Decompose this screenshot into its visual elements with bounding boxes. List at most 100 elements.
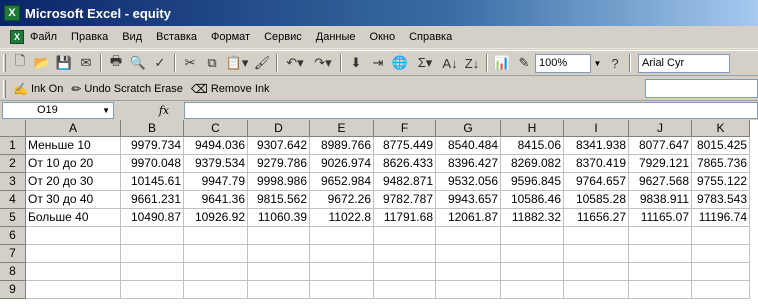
cell-F2[interactable]: 8626.433 (374, 155, 436, 173)
cell-K4[interactable]: 9783.543 (692, 191, 750, 209)
cell-H3[interactable]: 9596.845 (501, 173, 564, 191)
cell-E8[interactable] (310, 263, 374, 281)
cell-E4[interactable]: 9672.26 (310, 191, 374, 209)
cell-F9[interactable] (374, 281, 436, 299)
cell-K3[interactable]: 9755.122 (692, 173, 750, 191)
cell-J8[interactable] (629, 263, 692, 281)
cell-A6[interactable] (26, 227, 121, 245)
permission-icon[interactable]: ✉ (75, 52, 97, 74)
cell-A1[interactable]: Меньше 10 (26, 137, 121, 155)
cell-I6[interactable] (564, 227, 629, 245)
menu-help[interactable]: Справка (402, 31, 459, 43)
cell-F8[interactable] (374, 263, 436, 281)
cell-C6[interactable] (184, 227, 248, 245)
zoom-dropdown-icon[interactable]: ▼ (591, 54, 604, 73)
print-preview-icon[interactable]: 🔍 (127, 52, 149, 74)
cell-C2[interactable]: 9379.534 (184, 155, 248, 173)
cell-G4[interactable]: 9943.657 (436, 191, 501, 209)
cell-H5[interactable]: 11882.32 (501, 209, 564, 227)
cell-B3[interactable]: 10145.61 (121, 173, 184, 191)
cell-D2[interactable]: 9279.786 (248, 155, 310, 173)
column-header-D[interactable]: D (248, 120, 310, 137)
insert-link-icon[interactable]: ⬇ (345, 52, 367, 74)
name-box-dropdown-icon[interactable]: ▼ (102, 103, 110, 118)
cell-K9[interactable] (692, 281, 750, 299)
menu-view[interactable]: Вид (115, 31, 149, 43)
cell-A3[interactable]: От 20 до 30 (26, 173, 121, 191)
cell-A8[interactable] (26, 263, 121, 281)
save-icon[interactable]: 💾 (53, 52, 75, 74)
column-header-J[interactable]: J (629, 120, 692, 137)
cell-K8[interactable] (692, 263, 750, 281)
cell-D1[interactable]: 9307.642 (248, 137, 310, 155)
toolbar-grip[interactable] (3, 54, 6, 72)
cell-C1[interactable]: 9494.036 (184, 137, 248, 155)
cell-C3[interactable]: 9947.79 (184, 173, 248, 191)
column-header-F[interactable]: F (374, 120, 436, 137)
cell-D4[interactable]: 9815.562 (248, 191, 310, 209)
column-header-E[interactable]: E (310, 120, 374, 137)
cell-I2[interactable]: 8370.419 (564, 155, 629, 173)
cell-I9[interactable] (564, 281, 629, 299)
cell-G5[interactable]: 12061.87 (436, 209, 501, 227)
insert-function-icon[interactable]: fx (144, 104, 184, 117)
row-header[interactable]: 1 (0, 137, 26, 155)
row-header[interactable]: 3 (0, 173, 26, 191)
cell-I1[interactable]: 8341.938 (564, 137, 629, 155)
cell-D6[interactable] (248, 227, 310, 245)
cell-A4[interactable]: От 30 до 40 (26, 191, 121, 209)
cell-I5[interactable]: 11656.27 (564, 209, 629, 227)
cell-F3[interactable]: 9482.871 (374, 173, 436, 191)
redo-icon[interactable]: ↷▾ (309, 52, 337, 74)
cell-E2[interactable]: 9026.974 (310, 155, 374, 173)
cell-B2[interactable]: 9970.048 (121, 155, 184, 173)
paste-icon[interactable]: 📋▾ (223, 52, 251, 74)
cell-K6[interactable] (692, 227, 750, 245)
menu-data[interactable]: Данные (309, 31, 363, 43)
cell-K7[interactable] (692, 245, 750, 263)
cell-H4[interactable]: 10586.46 (501, 191, 564, 209)
cell-F5[interactable]: 11791.68 (374, 209, 436, 227)
menu-insert[interactable]: Вставка (149, 31, 204, 43)
cell-H8[interactable] (501, 263, 564, 281)
cell-B4[interactable]: 9661.231 (121, 191, 184, 209)
cell-J4[interactable]: 9838.911 (629, 191, 692, 209)
cell-H7[interactable] (501, 245, 564, 263)
insert-hyperlink-icon[interactable]: ⇥ (367, 52, 389, 74)
row-header[interactable]: 4 (0, 191, 26, 209)
row-header[interactable]: 5 (0, 209, 26, 227)
cell-I3[interactable]: 9764.657 (564, 173, 629, 191)
copy-icon[interactable]: ⧉ (201, 52, 223, 74)
cell-A9[interactable] (26, 281, 121, 299)
cut-icon[interactable]: ✂ (179, 52, 201, 74)
cell-H6[interactable] (501, 227, 564, 245)
cell-F7[interactable] (374, 245, 436, 263)
cell-I7[interactable] (564, 245, 629, 263)
zoom-box[interactable]: 100% (535, 53, 591, 73)
cell-C7[interactable] (184, 245, 248, 263)
drawing-icon[interactable]: ✎ (513, 52, 535, 74)
workbook-icon[interactable]: X (10, 30, 24, 44)
cell-A7[interactable] (26, 245, 121, 263)
undo-scratch-erase-button[interactable]: ✏ Undo Scratch Erase (67, 79, 187, 99)
row-header[interactable]: 2 (0, 155, 26, 173)
menu-tools[interactable]: Сервис (257, 31, 309, 43)
cell-B6[interactable] (121, 227, 184, 245)
cell-G8[interactable] (436, 263, 501, 281)
cell-J7[interactable] (629, 245, 692, 263)
ink-toolbar-grip[interactable] (3, 79, 6, 98)
row-header[interactable]: 9 (0, 281, 26, 299)
cell-G2[interactable]: 8396.427 (436, 155, 501, 173)
cell-H9[interactable] (501, 281, 564, 299)
web-icon[interactable]: 🌐 (389, 52, 411, 74)
cell-G6[interactable] (436, 227, 501, 245)
select-all-corner[interactable] (0, 120, 26, 137)
cell-E5[interactable]: 11022.8 (310, 209, 374, 227)
name-box[interactable]: O19 ▼ (2, 102, 114, 119)
sort-descending-icon[interactable]: Z↓ (461, 52, 483, 74)
cell-D7[interactable] (248, 245, 310, 263)
cell-J6[interactable] (629, 227, 692, 245)
print-icon[interactable]: 🖶 (105, 52, 127, 74)
cell-D3[interactable]: 9998.986 (248, 173, 310, 191)
column-header-H[interactable]: H (501, 120, 564, 137)
